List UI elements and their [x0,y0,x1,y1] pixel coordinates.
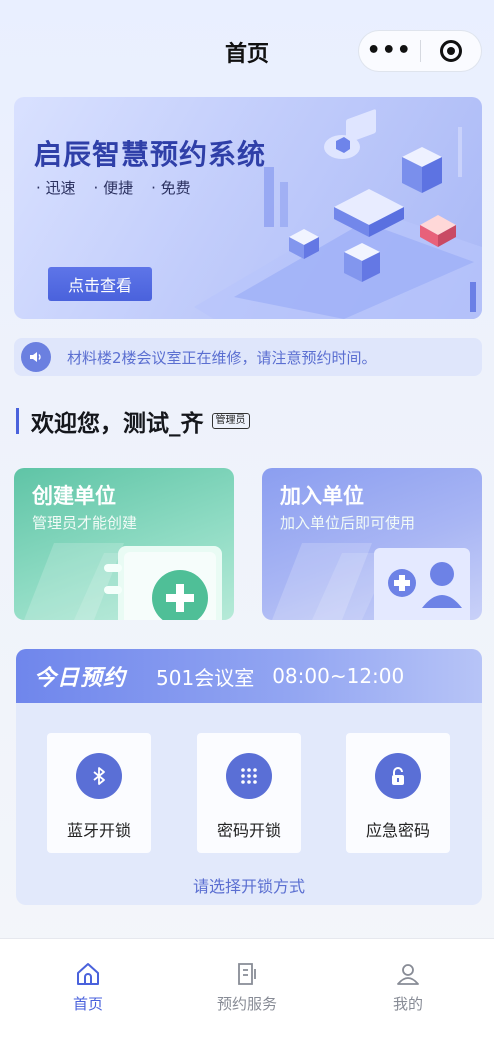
today-label: 今日预约 [34,666,127,691]
password-unlock-button[interactable]: 密码开锁 [197,733,301,853]
banner-tag: · 便捷 [93,179,134,197]
tab-home-label: 首页 [72,995,103,1013]
emergency-password-button[interactable]: 应急密码 [346,733,450,853]
room-name: 501会议室 [156,665,255,690]
speaker-icon [21,342,51,372]
role-badge: 管理员 [211,413,250,429]
accent-bar [16,408,19,434]
banner-tag: · 迅速 [36,179,76,197]
tab-reservation-service[interactable]: 预约服务 [187,961,307,1014]
user-icon [397,964,419,985]
target-icon [439,40,462,62]
keypad-icon [226,753,272,799]
more-menu-button[interactable]: ••• [359,31,420,71]
tab-home[interactable]: 首页 [28,961,148,1014]
document-icon [238,963,256,985]
close-miniapp-button[interactable] [420,40,481,62]
home-icon [77,963,99,985]
tab-me[interactable]: 我的 [348,961,468,1014]
today-header: 今日预约 501会议室 08:00~12:00 [16,649,482,703]
create-unit-subtitle: 管理员才能创建 [32,514,138,532]
welcome-row: 欢迎您，测试_齐 管理员 [16,404,250,438]
create-unit-title: 创建单位 [32,484,116,508]
isometric-illustration [194,109,482,319]
emergency-password-label: 应急密码 [365,821,430,840]
password-unlock-label: 密码开锁 [216,821,281,840]
join-unit-title: 加入单位 [280,484,364,508]
tab-reservation-label: 预约服务 [216,995,277,1013]
banner-title: 启辰智慧预约系统 [34,138,267,171]
bluetooth-unlock-label: 蓝牙开锁 [66,821,131,840]
create-unit-card[interactable]: 创建单位 管理员才能创建 [14,468,234,620]
time-range: 08:00~12:00 [272,664,405,688]
today-reservation-panel: 今日预约 501会议室 08:00~12:00 蓝牙开锁 密码开锁 应急密码 请… [16,649,482,905]
bluetooth-unlock-button[interactable]: 蓝牙开锁 [47,733,151,853]
nav-header: 首页 ••• [0,0,494,96]
welcome-text: 欢迎您，测试_齐 [31,411,204,437]
notice-bar[interactable]: 材料楼2楼会议室正在维修，请注意预约时间。 [14,338,482,376]
join-unit-card[interactable]: 加入单位 加入单位后即可使用 [262,468,482,620]
banner-tag: · 免费 [151,179,191,197]
notice-text: 材料楼2楼会议室正在维修，请注意预约时间。 [67,348,377,367]
banner-tags: · 迅速 · 便捷 · 免费 [36,177,191,198]
promo-banner[interactable]: 启辰智慧预约系统 · 迅速 · 便捷 · 免费 点击查看 [14,97,482,319]
bluetooth-icon [76,753,122,799]
miniapp-capsule: ••• [358,30,482,72]
lock-icon [375,753,421,799]
view-details-button[interactable]: 点击查看 [48,267,152,301]
join-unit-subtitle: 加入单位后即可使用 [280,514,416,532]
tab-me-label: 我的 [392,995,423,1013]
bottom-tab-bar: 首页 预约服务 我的 [0,938,494,1040]
unlock-hint: 请选择开锁方式 [192,877,305,896]
